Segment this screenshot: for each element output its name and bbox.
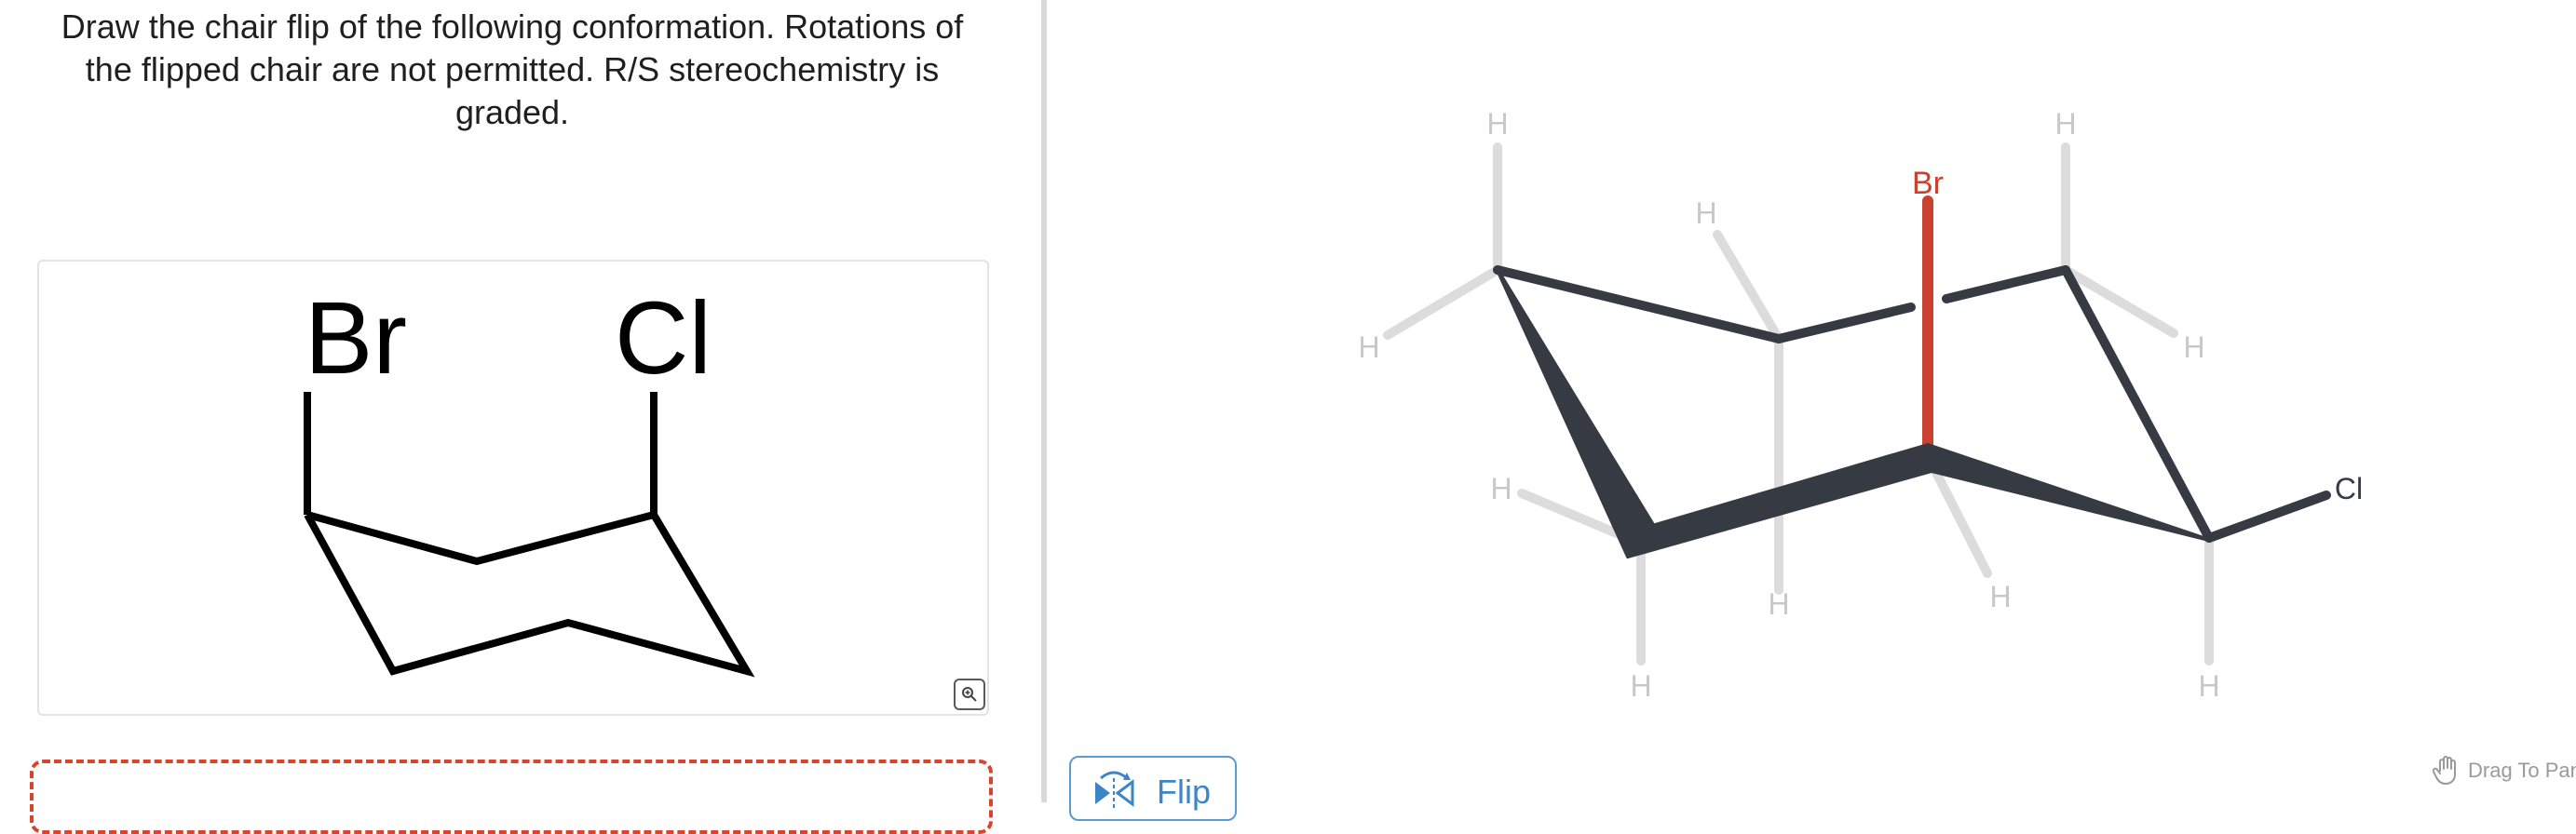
flip-label: Flip bbox=[1157, 773, 1212, 811]
hand-icon bbox=[2433, 756, 2456, 785]
flip-icon bbox=[1095, 771, 1134, 808]
h-label: H bbox=[1768, 587, 1789, 621]
question-text: Draw the chair flip of the following con… bbox=[37, 6, 987, 134]
question-line-2: the flipped chair are not permitted. R/S… bbox=[85, 50, 940, 88]
h-label: H bbox=[1358, 330, 1379, 364]
h-label: H bbox=[2198, 669, 2219, 703]
ring-bond-back bbox=[1774, 303, 1916, 343]
h-label: H bbox=[1486, 107, 1508, 141]
zoom-button[interactable] bbox=[954, 679, 985, 710]
cl-atom-label: Cl bbox=[2335, 472, 2363, 505]
ring-bond-back bbox=[1493, 265, 1783, 343]
question-line-1: Draw the chair flip of the following con… bbox=[61, 7, 964, 46]
ring-bond-back bbox=[1942, 265, 2070, 303]
cl-bond bbox=[2204, 491, 2331, 543]
h-label: H bbox=[2183, 330, 2204, 364]
chair-editor-canvas[interactable]: H H H H H H H H H H Br Cl bbox=[1047, 0, 2576, 802]
chair-conformation-drawing: Br Cl bbox=[304, 281, 755, 678]
h-label: H bbox=[1695, 196, 1716, 230]
zoom-in-icon bbox=[962, 687, 977, 702]
question-panel: Draw the chair flip of the following con… bbox=[0, 0, 1041, 834]
h-label: H bbox=[1490, 472, 1512, 505]
answer-dropzone[interactable] bbox=[30, 760, 993, 834]
flip-button[interactable]: Flip bbox=[1069, 756, 1237, 821]
question-line-3: graded. bbox=[454, 93, 570, 131]
editor-molecule-drawing: H H H H H H H H H H Br Cl bbox=[1358, 107, 2363, 703]
h-label: H bbox=[1630, 669, 1651, 703]
h-bond bbox=[1383, 265, 1502, 340]
drag-to-pan-label: Drag To Pan bbox=[2468, 759, 2576, 782]
cyclohexane-ring bbox=[304, 510, 755, 678]
cl-label: Cl bbox=[615, 281, 712, 396]
drag-to-pan-hint: Drag To Pan bbox=[2433, 754, 2576, 787]
h-label: H bbox=[2054, 107, 2076, 141]
question-image: Br Cl bbox=[37, 260, 989, 716]
h-label: H bbox=[1989, 580, 2011, 613]
br-atom-label: Br bbox=[1912, 166, 1944, 201]
br-label: Br bbox=[305, 281, 407, 396]
